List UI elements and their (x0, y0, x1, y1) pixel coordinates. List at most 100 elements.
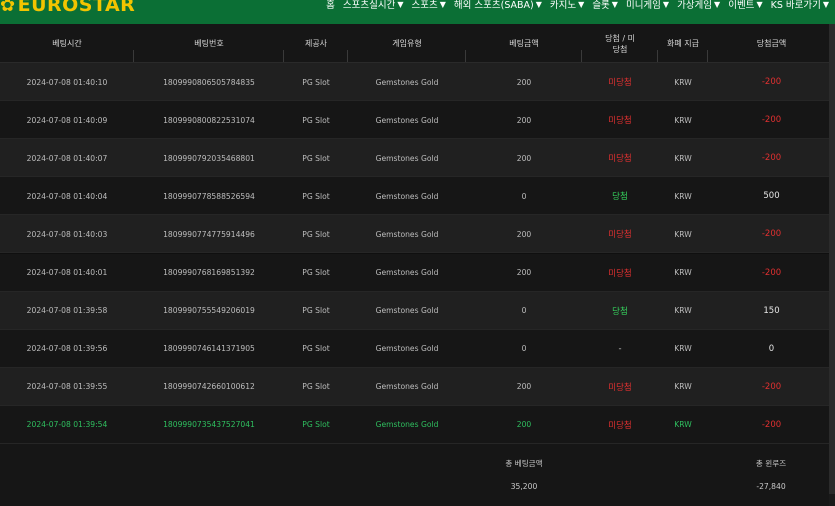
cell-bet-time: 2024-07-08 01:39:55 (26, 382, 108, 392)
nav-event[interactable]: 이벤트 ▼ (728, 0, 762, 11)
cell-win-status: 당첨 (612, 306, 628, 317)
cell-bet-id: 1809990806505784835 (163, 77, 255, 87)
cell-currency: KRW (674, 306, 692, 316)
nav-saba-sports[interactable]: 해외 스포츠(SABA) ▼ (454, 0, 542, 11)
cell-win-status: 미당첨 (608, 268, 632, 279)
table-row[interactable]: 2024-07-08 01:40:10 1809990806505784835 PG… (0, 63, 835, 101)
table-row[interactable]: 2024-07-08 01:40:03 1809990774775914496 PG… (0, 215, 835, 254)
cell-game-type: Gemstones Gold (375, 229, 439, 239)
cell-win-status: - (618, 343, 622, 354)
cell-bet-id: 1809990778588526594 (163, 191, 255, 201)
cell-provider: PG Slot (302, 382, 330, 392)
cell-currency: KRW (674, 420, 692, 430)
cell-bet-time: 2024-07-08 01:40:09 (26, 115, 108, 125)
cell-bet-id: 1809990792035468801 (163, 153, 255, 163)
cell-bet-amount: 0 (521, 344, 527, 354)
cell-bet-amount: 0 (521, 191, 527, 201)
chevron-down-icon: ▼ (611, 0, 618, 9)
col-win-status: 당첨 / 미당첨 (582, 24, 658, 63)
cell-provider: PG Slot (302, 229, 330, 239)
cell-bet-id: 1809990774775914496 (163, 229, 255, 239)
cell-win-amount: -200 (761, 77, 782, 87)
crown-logo-icon: ✿ (0, 0, 16, 16)
chevron-down-icon: ▼ (822, 0, 829, 9)
scrollbar-thumb[interactable] (829, 24, 835, 494)
table-row[interactable]: 2024-07-08 01:39:54 1809990735437527041 PG… (0, 405, 835, 444)
table-row[interactable]: 2024-07-08 01:40:01 1809990768169851392 PG… (0, 253, 835, 292)
nav-slot[interactable]: 슬롯 ▼ (592, 0, 618, 11)
table-row[interactable]: 2024-07-08 01:39:56 1809990746141371905 PG… (0, 329, 835, 368)
cell-bet-time: 2024-07-08 01:39:56 (26, 344, 108, 354)
table-row[interactable]: 2024-07-08 01:40:07 1809990792035468801 PG… (0, 139, 835, 178)
logo-text: EUROSTAR (17, 0, 136, 16)
nav-virtual-game[interactable]: 가상게임 ▼ (677, 0, 720, 11)
cell-win-amount: -200 (761, 419, 782, 430)
cell-win-amount: 500 (763, 191, 780, 202)
cell-game-type: Gemstones Gold (375, 344, 439, 354)
table-row[interactable]: 2024-07-08 01:39:58 1809990755549206019 PG… (0, 291, 835, 330)
cell-win-amount: -200 (761, 229, 782, 240)
total-bet-label: 총 베팅금액 (505, 459, 543, 468)
main-nav: 홈 스포츠실시간 ▼ 스포츠 ▼ 해외 스포츠(SABA) ▼ 카지노 ▼ 슬롯 ▼ 미니… (326, 0, 829, 14)
cell-currency: KRW (674, 344, 692, 354)
table-row[interactable]: 2024-07-08 01:40:09 1809990800822531074 PG… (0, 101, 835, 140)
cell-win-status: 미당첨 (608, 78, 632, 88)
cell-game-type: Gemstones Gold (375, 77, 439, 87)
col-bet-time: 베팅시간 (0, 24, 134, 63)
cell-bet-amount: 200 (516, 153, 532, 163)
table-row[interactable]: 2024-07-08 01:39:55 1809990742660100612 PG… (0, 367, 835, 406)
cell-win-status: 미당첨 (608, 154, 632, 165)
cell-bet-id: 1809990755549206019 (163, 306, 255, 316)
cell-bet-time: 2024-07-08 01:40:01 (26, 268, 108, 277)
cell-bet-id: 1809990742660100612 (163, 382, 255, 392)
cell-game-type: Gemstones Gold (375, 420, 439, 430)
cell-provider: PG Slot (302, 420, 330, 430)
cell-bet-amount: 200 (516, 229, 532, 239)
cell-game-type: Gemstones Gold (375, 268, 439, 277)
col-game-type: 게임유형 (348, 24, 466, 63)
cell-provider: PG Slot (302, 344, 330, 354)
cell-currency: KRW (674, 191, 692, 201)
cell-bet-id: 1809990800822531074 (163, 115, 255, 125)
cell-win-status: 미당첨 (608, 230, 632, 241)
cell-bet-amount: 200 (516, 382, 532, 392)
nav-home[interactable]: 홈 (326, 0, 335, 11)
cell-bet-amount: 200 (516, 268, 532, 277)
col-provider: 제공사 (284, 24, 348, 63)
cell-win-amount: -200 (761, 115, 782, 126)
nav-minigame[interactable]: 미니게임 ▼ (626, 0, 669, 11)
cell-win-status: 당첨 (612, 192, 628, 203)
cell-game-type: Gemstones Gold (375, 153, 439, 163)
col-bet-id: 베팅번호 (134, 24, 284, 63)
nav-casino[interactable]: 카지노 ▼ (550, 0, 584, 11)
cell-currency: KRW (674, 229, 692, 239)
cell-bet-id: 1809990746141371905 (163, 344, 255, 354)
total-winloss-value: -27,840 (756, 482, 786, 491)
cell-bet-amount: 200 (516, 115, 532, 125)
site-logo[interactable]: ✿ EUROSTAR (0, 0, 135, 22)
cell-provider: PG Slot (302, 115, 330, 125)
chevron-down-icon: ▼ (662, 0, 670, 9)
col-win-amount: 당첨금액 (756, 39, 787, 48)
cell-game-type: Gemstones Gold (375, 191, 439, 201)
cell-provider: PG Slot (302, 191, 330, 201)
cell-win-amount: -200 (761, 153, 782, 164)
cell-win-amount: -200 (761, 381, 782, 392)
nav-ks-shortcut[interactable]: KS 바로가기 ▼ (771, 0, 829, 11)
cell-bet-time: 2024-07-08 01:39:54 (26, 420, 108, 430)
nav-live-sports[interactable]: 스포츠실시간 ▼ (343, 0, 404, 11)
chevron-down-icon: ▼ (439, 0, 446, 9)
cell-bet-time: 2024-07-08 01:40:07 (26, 153, 108, 163)
cell-currency: KRW (674, 115, 692, 125)
cell-bet-time: 2024-07-08 01:39:58 (26, 306, 108, 316)
cell-currency: KRW (674, 382, 692, 392)
col-currency: 화폐 지급 (658, 24, 708, 63)
cell-bet-amount: 200 (516, 77, 532, 87)
chevron-down-icon: ▼ (756, 0, 763, 9)
nav-sports[interactable]: 스포츠 ▼ (412, 0, 446, 11)
cell-win-status: 미당첨 (608, 382, 632, 393)
top-nav-bar: ✿ EUROSTAR 홈 스포츠실시간 ▼ 스포츠 ▼ 해외 스포츠(SABA) ▼ … (0, 0, 835, 24)
cell-bet-time: 2024-07-08 01:40:10 (26, 77, 108, 87)
cell-provider: PG Slot (302, 306, 330, 316)
table-row[interactable]: 2024-07-08 01:40:04 1809990778588526594 PG… (0, 177, 835, 216)
